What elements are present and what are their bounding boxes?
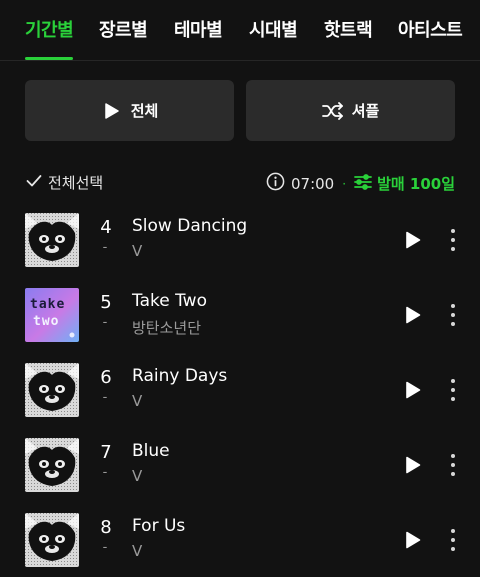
track-play-button[interactable] [402, 229, 424, 251]
track-row[interactable]: take two 5 - Take Two 방탄소년단 [0, 288, 480, 363]
more-dot-icon [451, 529, 455, 533]
track-row[interactable]: 4 - Slow Dancing V [0, 213, 480, 288]
play-icon [406, 381, 421, 399]
active-tab-indicator [25, 57, 73, 60]
rank-change: - [102, 540, 108, 555]
track-row[interactable]: 7 - Blue V [0, 438, 480, 513]
track-play-button[interactable] [402, 304, 424, 326]
tab-era[interactable]: 시대별 [249, 16, 298, 42]
rank-change: - [102, 390, 108, 405]
more-dot-icon [451, 304, 455, 308]
shuffle-icon [321, 101, 344, 121]
track-artist[interactable]: V [132, 542, 142, 560]
track-rank: 4 [100, 217, 112, 238]
track-rank: 5 [100, 292, 112, 313]
chart-time-info: 07:00 · 발매 100일 [266, 172, 455, 195]
select-all-label: 전체선택 [48, 174, 104, 192]
shuffle-label: 셔플 [351, 102, 380, 120]
more-dot-icon [451, 454, 455, 458]
dog-photo-cover-image [25, 513, 79, 567]
rank-change: - [102, 315, 108, 330]
chart-period-tabs: 기간별 장르별 테마별 시대별 핫트랙 아티스트 [0, 0, 480, 61]
track-rank: 8 [100, 517, 112, 538]
track-title: Rainy Days [132, 366, 228, 386]
track-rank: 7 [100, 442, 112, 463]
album-cover[interactable]: take two [25, 288, 79, 342]
track-more-button[interactable] [444, 377, 462, 403]
track-row[interactable]: 6 - Rainy Days V [0, 363, 480, 438]
tab-artist[interactable]: 아티스트 [398, 16, 463, 42]
select-all-toggle[interactable]: 전체선택 [26, 172, 103, 193]
track-more-button[interactable] [444, 302, 462, 328]
release-filter-button[interactable]: 발매 100일 [354, 173, 455, 194]
dog-photo-cover-image [25, 363, 79, 417]
dog-photo-cover-image [25, 213, 79, 267]
track-more-button[interactable] [444, 227, 462, 253]
tab-genre[interactable]: 장르별 [99, 16, 148, 42]
filter-sliders-icon [354, 173, 372, 194]
dog-photo-cover-image [25, 438, 79, 492]
separator-dot: · [342, 176, 347, 191]
rank-change: - [102, 465, 108, 480]
track-row[interactable]: 8 - For Us V [0, 513, 480, 577]
track-artist[interactable]: V [132, 392, 142, 410]
track-artist[interactable]: V [132, 242, 142, 260]
rank-change: - [102, 240, 108, 255]
album-cover[interactable] [25, 363, 79, 417]
play-all-label: 전체 [130, 102, 159, 120]
more-dot-icon [451, 379, 455, 383]
track-title: Blue [132, 441, 170, 461]
track-title: For Us [132, 516, 186, 536]
track-artist[interactable]: 방탄소년단 [132, 317, 201, 338]
play-icon [406, 306, 421, 324]
album-cover[interactable] [25, 213, 79, 267]
play-icon [406, 456, 421, 474]
list-toolbar: 전체선택 07:00 · 발매 100일 [0, 168, 480, 200]
track-more-button[interactable] [444, 527, 462, 553]
info-icon[interactable] [266, 172, 285, 195]
play-all-button[interactable]: 전체 [25, 80, 234, 141]
release-filter-label: 발매 100일 [377, 175, 455, 193]
track-artist[interactable]: V [132, 467, 142, 485]
album-cover[interactable] [25, 513, 79, 567]
shuffle-button[interactable]: 셔플 [246, 80, 455, 141]
play-icon [101, 101, 123, 121]
track-play-button[interactable] [402, 379, 424, 401]
more-dot-icon [451, 229, 455, 233]
chart-time: 07:00 [291, 174, 335, 193]
take-two-cover-image: take two [25, 288, 79, 342]
tab-theme[interactable]: 테마별 [174, 16, 223, 42]
track-title: Take Two [132, 291, 207, 311]
checkmark-icon [26, 173, 42, 192]
track-rank: 6 [100, 367, 112, 388]
track-play-button[interactable] [402, 529, 424, 551]
play-icon [406, 531, 421, 549]
track-more-button[interactable] [444, 452, 462, 478]
svg-text:take: take [30, 297, 65, 312]
play-icon [406, 231, 421, 249]
track-play-button[interactable] [402, 454, 424, 476]
svg-text:two: two [33, 314, 59, 329]
track-title: Slow Dancing [132, 216, 248, 236]
tab-period[interactable]: 기간별 [25, 16, 74, 42]
tab-hot-track[interactable]: 핫트랙 [324, 16, 373, 42]
album-cover[interactable] [25, 438, 79, 492]
